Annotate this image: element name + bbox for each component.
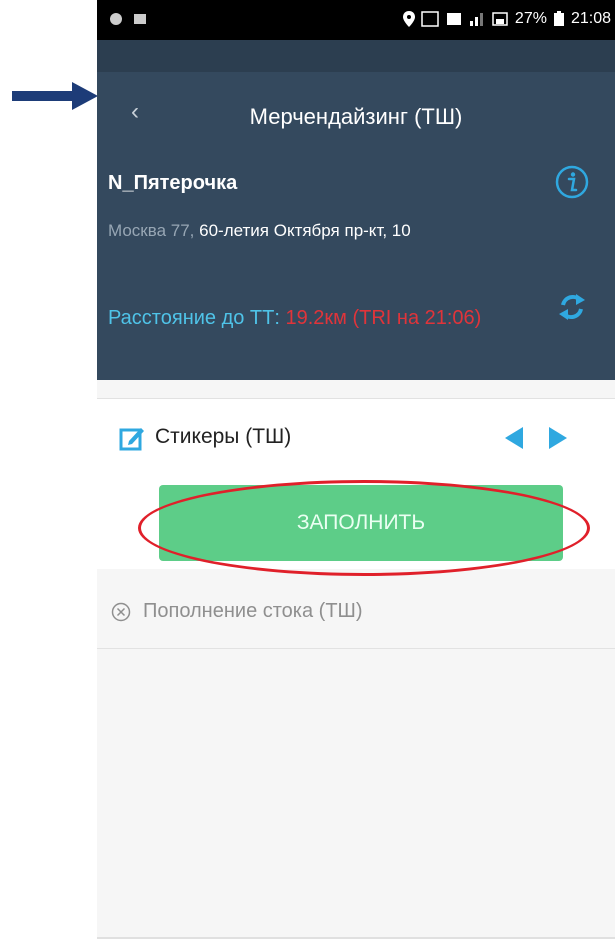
- task-row-stickers[interactable]: Стикеры (ТШ): [97, 398, 615, 480]
- message-icon: [134, 14, 146, 24]
- edit-icon: [119, 428, 144, 451]
- info-icon[interactable]: [555, 165, 589, 199]
- store-address: Москва 77, 60-летия Октября пр-кт, 10: [108, 218, 538, 243]
- battery-percent: 27%: [514, 10, 547, 27]
- page-title: Мерчендайзинг (ТШ): [249, 104, 463, 129]
- nav-left-icon[interactable]: [505, 427, 523, 449]
- app-bar-shade: [97, 40, 615, 72]
- refresh-icon[interactable]: [555, 290, 589, 324]
- distance-line: Расстояние до ТТ: 19.2км (TRI на 21:06): [108, 304, 538, 332]
- location-dot-icon: [110, 13, 122, 25]
- signal-4g-icon: [492, 12, 508, 26]
- task-label-stock: Пополнение стока (ТШ): [143, 600, 363, 622]
- close-circle-icon: [111, 602, 131, 622]
- nfc-icon: [446, 13, 461, 25]
- task-row-stock[interactable]: Пополнение стока (ТШ): [97, 580, 615, 649]
- task-label: Стикеры (ТШ): [155, 425, 292, 448]
- distance-label: Расстояние до ТТ:: [108, 307, 286, 329]
- store-name: N_Пятерочка: [108, 172, 238, 194]
- phone-screen: 27% 21:08 ‹ Мерчендайзинг (ТШ) N_Пятероч…: [97, 0, 615, 939]
- location-icon: [402, 11, 415, 27]
- signal-icon: [469, 13, 483, 26]
- address-region: Москва 77,: [108, 221, 200, 240]
- nav-right-icon[interactable]: [549, 427, 567, 449]
- battery-icon: [553, 11, 564, 26]
- volte-icon: [421, 11, 439, 27]
- address-street: 60-летия Октября пр-кт, 10: [199, 221, 411, 240]
- store-header: ‹ Мерчендайзинг (ТШ) N_Пятерочка Москва …: [97, 72, 615, 380]
- distance-value: 19.2км (TRI на 21:06): [285, 307, 482, 329]
- arrow-annotation-icon: [12, 82, 98, 110]
- clock: 21:08: [570, 10, 611, 27]
- annotation-highlight-ellipse: [138, 480, 590, 576]
- status-bar: 27% 21:08: [97, 0, 615, 40]
